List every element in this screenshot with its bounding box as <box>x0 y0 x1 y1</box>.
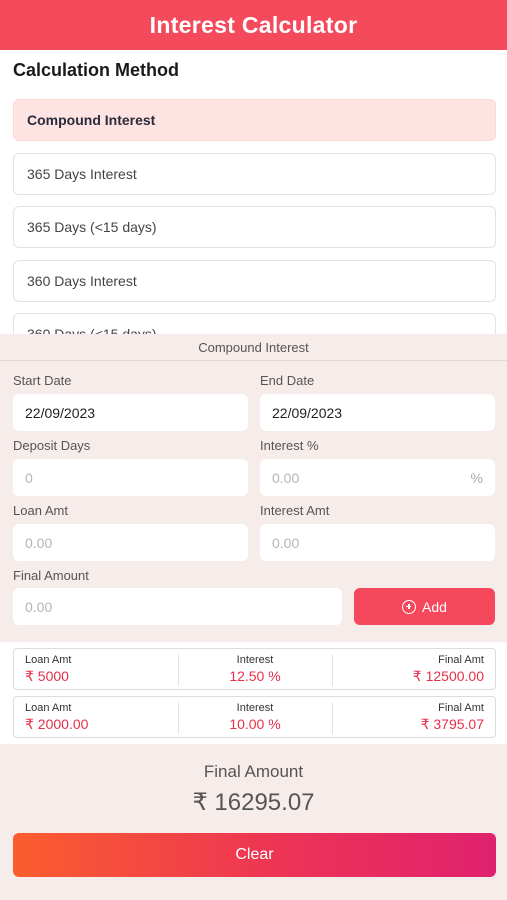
method-option-label: 365 Days Interest <box>27 166 137 182</box>
summary-label: Final Amount <box>203 762 304 781</box>
calculation-method-title: Calculation Method <box>13 60 179 80</box>
entry-row: Loan Amt ₹ 5000 Interest 12.50 % Final A… <box>13 648 496 690</box>
start-date-field[interactable]: 22/09/2023 <box>13 394 248 431</box>
end-date-label: End Date <box>260 373 315 388</box>
method-list: Compound Interest 365 Days Interest 365 … <box>0 96 507 334</box>
entry-interest-cell: Interest 10.00 % <box>180 701 330 735</box>
end-date-field[interactable]: 22/09/2023 <box>260 394 495 431</box>
add-button-label: Add <box>422 598 447 615</box>
entry-final-value: ₹ 12500.00 <box>412 668 484 684</box>
entry-loan-value: ₹ 5000 <box>25 668 69 684</box>
loan-amt-placeholder: 0.00 <box>25 534 53 551</box>
method-option-365-days-interest[interactable]: 365 Days Interest <box>13 153 496 195</box>
entry-interest-label: Interest <box>236 702 274 714</box>
interest-percent-placeholder: 0.00 <box>272 469 300 486</box>
final-amount-placeholder: 0.00 <box>25 598 53 615</box>
interest-percent-input[interactable]: 0.00 % <box>260 459 495 496</box>
method-option-360-days-lt15[interactable]: 360 Days (<15 days) <box>13 313 496 334</box>
method-option-label: Compound Interest <box>27 112 156 128</box>
add-button[interactable]: Add <box>354 588 495 625</box>
summary-value: ₹ 16295.07 <box>192 789 315 816</box>
entry-final-value: ₹ 3795.07 <box>420 716 484 732</box>
start-date-label: Start Date <box>13 373 72 388</box>
entry-loan-label: Loan Amt <box>25 654 72 666</box>
entry-interest-value: 12.50 % <box>229 668 281 684</box>
method-option-compound-interest[interactable]: Compound Interest <box>13 99 496 141</box>
loan-amt-input[interactable]: 0.00 <box>13 524 248 561</box>
entry-loan-cell: Loan Amt ₹ 5000 <box>25 653 175 687</box>
method-option-label: 360 Days Interest <box>27 273 137 289</box>
entry-row: Loan Amt ₹ 2000.00 Interest 10.00 % Fina… <box>13 696 496 738</box>
app-title: Interest Calculator <box>149 11 358 38</box>
clear-button-label: Clear <box>235 846 274 863</box>
interest-amt-input[interactable]: 0.00 <box>260 524 495 561</box>
entry-interest-cell: Interest 12.50 % <box>180 653 330 687</box>
clear-button[interactable]: Clear <box>13 833 496 877</box>
interest-percent-label: Interest % <box>260 438 319 453</box>
start-date-value: 22/09/2023 <box>25 404 96 421</box>
summary-footer: Final Amount ₹ 16295.07 Clear <box>0 744 507 900</box>
method-option-360-days-interest[interactable]: 360 Days Interest <box>13 260 496 302</box>
interest-amt-label: Interest Amt <box>260 503 330 518</box>
method-option-365-days-lt15[interactable]: 365 Days (<15 days) <box>13 206 496 248</box>
method-option-label: 365 Days (<15 days) <box>27 219 157 235</box>
entry-final-cell: Final Amt ₹ 12500.00 <box>334 653 484 687</box>
selected-method-caption: Compound Interest <box>0 334 507 361</box>
deposit-days-label: Deposit Days <box>13 438 91 453</box>
cell-divider <box>178 654 179 686</box>
loan-amt-label: Loan Amt <box>13 503 68 518</box>
deposit-days-placeholder: 0 <box>25 469 33 486</box>
cell-divider <box>332 654 333 686</box>
entry-interest-value: 10.00 % <box>229 716 281 732</box>
entry-loan-cell: Loan Amt ₹ 2000.00 <box>25 701 175 735</box>
method-option-label: 360 Days (<15 days) <box>27 326 157 334</box>
app-header: Interest Calculator <box>0 0 507 50</box>
percent-suffix: % <box>470 469 483 486</box>
plus-circle-icon <box>402 599 417 614</box>
entry-interest-label: Interest <box>236 654 274 666</box>
entries-list: Loan Amt ₹ 5000 Interest 12.50 % Final A… <box>0 642 507 744</box>
calculator-form: Compound Interest Start Date 22/09/2023 … <box>0 334 507 642</box>
end-date-value: 22/09/2023 <box>272 404 343 421</box>
entry-loan-value: ₹ 2000.00 <box>25 716 89 732</box>
final-amount-label: Final Amount <box>13 568 89 583</box>
cell-divider <box>332 702 333 734</box>
final-amount-input[interactable]: 0.00 <box>13 588 342 625</box>
entry-loan-label: Loan Amt <box>25 702 72 714</box>
interest-amt-placeholder: 0.00 <box>272 534 300 551</box>
entry-final-cell: Final Amt ₹ 3795.07 <box>334 701 484 735</box>
entry-final-label: Final Amt <box>438 654 484 666</box>
entry-final-label: Final Amt <box>438 702 484 714</box>
deposit-days-input[interactable]: 0 <box>13 459 248 496</box>
cell-divider <box>178 702 179 734</box>
